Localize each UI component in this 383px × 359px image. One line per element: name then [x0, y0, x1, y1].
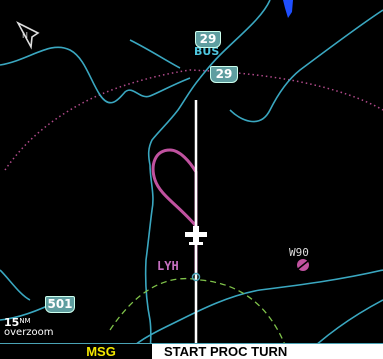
msg-button[interactable]: MSG: [80, 344, 122, 359]
svg-text:N: N: [22, 31, 28, 40]
zoom-unit: NM: [19, 317, 31, 325]
procedure-turn: [151, 148, 198, 227]
message-text: START PROC TURN: [152, 344, 383, 359]
north-arrow-icon[interactable]: N: [16, 21, 40, 50]
airport-w90-label: W90: [289, 246, 309, 259]
moving-map-screen: N BUS 29 29 501 LYH W90 15NM overzoom MS…: [0, 0, 383, 359]
zoom-indicator: 15NM overzoom: [4, 316, 54, 338]
airport-lyh-label: LYH: [157, 259, 179, 273]
highway-29-shield[interactable]: 29: [210, 66, 238, 83]
water-body: [283, 0, 293, 18]
status-bar: MSG START PROC TURN: [0, 343, 383, 359]
zoom-mode: overzoom: [4, 327, 54, 338]
airport-w90-icon[interactable]: [297, 259, 309, 271]
highway-29-bus-shield[interactable]: 29: [195, 31, 221, 48]
highway-501-shield[interactable]: 501: [45, 296, 75, 313]
aircraft-icon: [185, 226, 207, 245]
